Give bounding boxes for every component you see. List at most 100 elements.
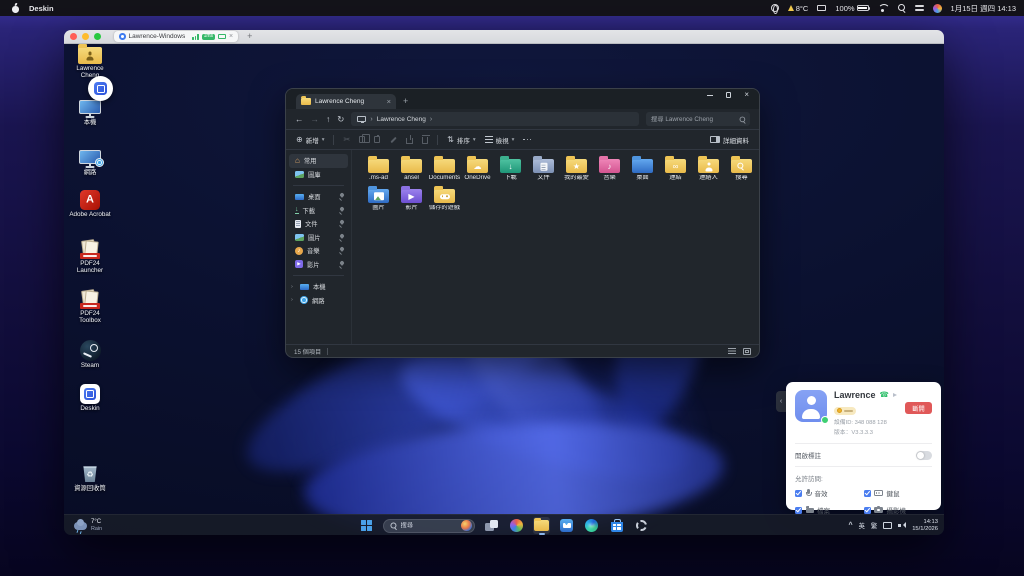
sidebar-item-desktop[interactable]: 桌面 [289, 190, 348, 204]
minimize-button[interactable] [707, 95, 713, 96]
new-tab-button[interactable]: + [403, 97, 408, 106]
file-item[interactable]: ansel [395, 155, 428, 182]
file-item[interactable]: 圖片 [362, 185, 395, 212]
network-tray-icon[interactable] [883, 522, 892, 529]
taskbar-clock[interactable]: 14:13 15/1/2026 [912, 519, 938, 532]
file-item[interactable]: ♪音樂 [593, 155, 626, 182]
sort-button[interactable]: ⇅排序▾ [447, 135, 475, 145]
sidebar-item-music[interactable]: ♪音樂 [289, 244, 348, 258]
desktop-icon-acrobat[interactable]: A Adobe Acrobat [69, 190, 111, 218]
file-item[interactable]: Documents [428, 155, 461, 182]
details-view-icon[interactable] [728, 348, 736, 355]
details-pane-button[interactable]: 詳細資料 [710, 135, 749, 145]
spotlight-icon[interactable] [898, 4, 906, 12]
view-button[interactable]: 檢視▾ [485, 135, 515, 145]
large-icons-view-icon[interactable] [743, 348, 751, 355]
annotation-toggle[interactable] [916, 451, 932, 460]
file-item[interactable]: 搜尋 [725, 155, 758, 182]
breadcrumb-current[interactable]: Lawrence Cheng [377, 116, 426, 123]
voice-call-icon[interactable]: ☎ [880, 391, 889, 399]
sidebar-item-documents[interactable]: 文件 [289, 217, 348, 231]
desktop-icon-pdf24-toolbox[interactable]: PDF24 Toolbox [69, 290, 111, 324]
close-traffic-light[interactable] [70, 33, 77, 40]
start-button[interactable] [358, 517, 375, 534]
menubar-clock[interactable]: 1月15日 週四 14:13 [951, 3, 1016, 14]
apple-menu-icon[interactable] [12, 4, 20, 13]
checkbox-checked-icon[interactable] [864, 507, 871, 514]
explorer-search-input[interactable] [651, 116, 736, 123]
sidebar-item-videos[interactable]: ▶影片 [289, 258, 348, 272]
back-button[interactable]: ← [295, 115, 304, 124]
sidebar-item-pictures[interactable]: 圖片 [289, 231, 348, 245]
new-button[interactable]: ⊕新增▾ [296, 135, 324, 145]
send-icon[interactable] [893, 393, 897, 397]
sidebar-item-gallery[interactable]: 圖庫 [289, 168, 348, 182]
desktop-icon-steam[interactable]: Steam [69, 340, 111, 369]
weather-status[interactable]: 8°C [788, 4, 809, 13]
minimize-traffic-light[interactable] [82, 33, 89, 40]
close-session-icon[interactable]: × [229, 33, 233, 40]
forward-button[interactable]: → [311, 115, 320, 124]
input-source-icon[interactable] [771, 4, 779, 12]
deskin-floating-ball[interactable] [88, 76, 113, 101]
up-button[interactable]: ↑ [326, 115, 330, 124]
file-item[interactable]: ▶影片 [395, 185, 428, 212]
file-item[interactable]: ∞連結 [659, 155, 692, 182]
maximize-button[interactable] [726, 92, 732, 98]
share-icon[interactable] [406, 138, 413, 144]
copilot-button[interactable] [508, 517, 525, 534]
permission-audio[interactable]: 音效 [795, 488, 864, 498]
expand-chevron-icon[interactable]: › [291, 297, 296, 303]
edge-button[interactable] [583, 517, 600, 534]
sidebar-item-network[interactable]: ›網路 [289, 294, 348, 308]
paste-icon[interactable] [374, 136, 380, 144]
file-explorer-button[interactable] [533, 517, 550, 534]
file-item[interactable]: 連絡人 [692, 155, 725, 182]
settings-button[interactable] [633, 517, 650, 534]
show-hidden-icons-button[interactable]: ^ [849, 522, 853, 529]
desktop-icon-network[interactable]: 網路 [69, 150, 111, 176]
desktop-icon-recycle-bin[interactable]: ♻ 資源回收筒 [69, 465, 111, 492]
mail-button[interactable] [558, 517, 575, 534]
file-item[interactable]: ☁OneDrive [461, 155, 494, 182]
sidebar-item-home[interactable]: ⌂常用 [289, 154, 348, 168]
sidebar-item-this-pc[interactable]: ›本機 [289, 280, 348, 294]
store-button[interactable] [608, 517, 625, 534]
desktop-icon-user-folder[interactable]: Lawrence Cheng [69, 47, 111, 79]
ime-mode-indicator[interactable]: 繁 [871, 521, 877, 530]
sidebar-item-downloads[interactable]: ↓下載 [289, 204, 348, 218]
screen-mirroring-icon[interactable] [817, 5, 826, 12]
file-list[interactable]: .ms-ad ansel Documents ☁OneDrive ↓下載 文件 … [352, 150, 759, 344]
checkbox-checked-icon[interactable] [795, 507, 802, 514]
delete-icon[interactable] [422, 137, 428, 144]
wifi-icon[interactable] [878, 4, 889, 12]
file-item[interactable]: .ms-ad [362, 155, 395, 182]
task-view-button[interactable] [483, 517, 500, 534]
new-session-button[interactable]: + [247, 32, 252, 41]
refresh-button[interactable]: ↻ [337, 115, 344, 124]
close-tab-icon[interactable]: × [387, 98, 391, 106]
windows-desktop[interactable]: Lawrence Cheng 本機 網路 A Adobe Acrobat PDF… [64, 44, 944, 535]
file-item[interactable]: 文件 [527, 155, 560, 182]
app-status-icon[interactable] [933, 4, 942, 13]
panel-collapse-handle[interactable]: ‹ [776, 391, 786, 412]
taskbar-search-box[interactable] [383, 519, 475, 533]
breadcrumb[interactable]: › Lawrence Cheng › [351, 112, 639, 126]
taskbar-search-input[interactable] [401, 522, 458, 529]
close-button[interactable]: × [744, 91, 749, 99]
file-item[interactable]: ↓下載 [494, 155, 527, 182]
more-options-icon[interactable] [523, 139, 531, 141]
menubar-app-name[interactable]: Deskin [29, 4, 54, 13]
checkbox-checked-icon[interactable] [864, 490, 871, 497]
checkbox-checked-icon[interactable] [795, 490, 802, 497]
rename-icon[interactable] [389, 136, 397, 144]
vm-session-tab[interactable]: Lawrence-Windows 1ms × [114, 31, 238, 42]
volume-icon[interactable] [898, 522, 906, 530]
file-item[interactable]: 桌面 [626, 155, 659, 182]
control-center-icon[interactable] [915, 4, 924, 12]
desktop-icon-this-pc[interactable]: 本機 [69, 100, 111, 126]
disconnect-button[interactable]: 斷開 [905, 402, 932, 414]
desktop-icon-deskin[interactable]: Deskin [69, 384, 111, 412]
cut-icon[interactable]: ✂ [343, 136, 350, 144]
zoom-traffic-light[interactable] [94, 33, 101, 40]
